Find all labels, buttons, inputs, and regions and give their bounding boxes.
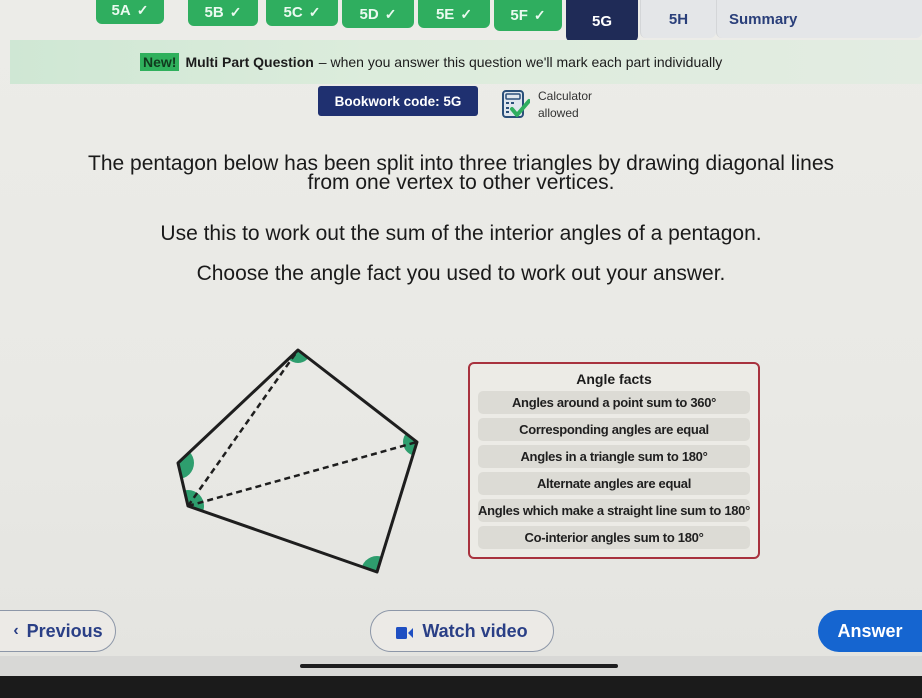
tab-label: 5H xyxy=(668,10,689,28)
tab-label: 5G xyxy=(591,12,612,30)
tab-5a[interactable]: 5A ✓ xyxy=(96,0,164,24)
check-icon: ✓ xyxy=(533,7,546,23)
calculator-label: Calculator xyxy=(538,89,593,103)
question-instruction: Use this to work out the sum of the inte… xyxy=(160,222,762,245)
tab-label: 5D xyxy=(359,5,379,23)
tab-5h[interactable]: 5H xyxy=(640,0,716,38)
watch-video-button[interactable]: Watch video xyxy=(370,610,554,652)
angle-fact-option[interactable]: Alternate angles are equal xyxy=(478,472,750,495)
tab-label: 5A xyxy=(111,1,131,19)
tab-5d[interactable]: 5D ✓ xyxy=(342,0,414,28)
diagonal-line xyxy=(186,349,300,507)
multi-part-banner: New! Multi Part Question – when you answ… xyxy=(10,40,922,84)
diagonal-line xyxy=(187,440,418,508)
check-icon: ✓ xyxy=(308,3,321,20)
tab-5b[interactable]: 5B ✓ xyxy=(188,0,258,26)
tab-label: Summary xyxy=(729,10,798,28)
question-prompt: Choose the angle fact you used to work o… xyxy=(196,262,726,285)
bookwork-code: Bookwork code: 5G xyxy=(318,86,478,116)
check-icon: ✓ xyxy=(384,5,397,22)
angle-fact-option[interactable]: Angles around a point sum to 360° xyxy=(478,391,750,414)
video-camera-icon xyxy=(396,624,414,639)
tab-5f[interactable]: 5F ✓ xyxy=(494,0,562,31)
banner-text: – when you answer this question we'll ma… xyxy=(318,54,723,70)
tab-5g[interactable]: 5G xyxy=(566,0,638,42)
watch-video-label: Watch video xyxy=(422,620,528,641)
pentagon-diagram xyxy=(160,335,440,585)
answer-label: Answer xyxy=(837,620,903,641)
tab-label: 5B xyxy=(204,3,224,21)
angle-facts-title: Angle facts xyxy=(576,371,652,387)
previous-label: Previous xyxy=(26,620,103,641)
check-icon: ✓ xyxy=(460,5,473,22)
angle-facts-panel: Angle facts Angles around a point sum to… xyxy=(468,362,760,559)
pentagon-outline xyxy=(176,348,419,574)
question-text-line-2: from one vertex to other vertices. xyxy=(307,171,615,194)
tab-label: 5E xyxy=(435,5,455,23)
angle-fact-option[interactable]: Angles which make a straight line sum to… xyxy=(478,499,750,522)
tab-5e[interactable]: 5E ✓ xyxy=(418,0,490,28)
home-indicator xyxy=(300,664,618,668)
tab-5c[interactable]: 5C ✓ xyxy=(266,0,338,26)
new-badge: New! xyxy=(140,53,180,71)
calculator-allowed-label: allowed xyxy=(538,106,579,120)
banner-title: Multi Part Question xyxy=(185,54,314,70)
tab-label: 5F xyxy=(510,7,528,24)
screen-bezel xyxy=(0,676,922,698)
chevron-left-icon: ‹ xyxy=(13,622,19,639)
page: 5A ✓ 5B ✓ 5C ✓ 5D ✓ 5E ✓ 5F ✓ 5G 5H Summ… xyxy=(0,0,922,668)
check-icon: ✓ xyxy=(229,3,242,20)
angle-fact-option[interactable]: Corresponding angles are equal xyxy=(478,418,750,441)
answer-button[interactable]: Answer xyxy=(818,610,922,652)
tab-label: 5C xyxy=(283,3,303,21)
angle-fact-option[interactable]: Co-interior angles sum to 180° xyxy=(478,526,750,549)
tab-summary[interactable]: Summary xyxy=(716,0,922,38)
check-icon: ✓ xyxy=(136,1,149,18)
question-tabs: 5A ✓ 5B ✓ 5C ✓ 5D ✓ 5E ✓ 5F ✓ 5G 5H Summ… xyxy=(0,0,922,42)
calculator-check-icon xyxy=(502,90,531,120)
calculator-allowed: Calculator allowed xyxy=(502,88,592,122)
previous-button[interactable]: ‹ Previous xyxy=(0,610,116,652)
angle-fact-option[interactable]: Angles in a triangle sum to 180° xyxy=(478,445,750,468)
